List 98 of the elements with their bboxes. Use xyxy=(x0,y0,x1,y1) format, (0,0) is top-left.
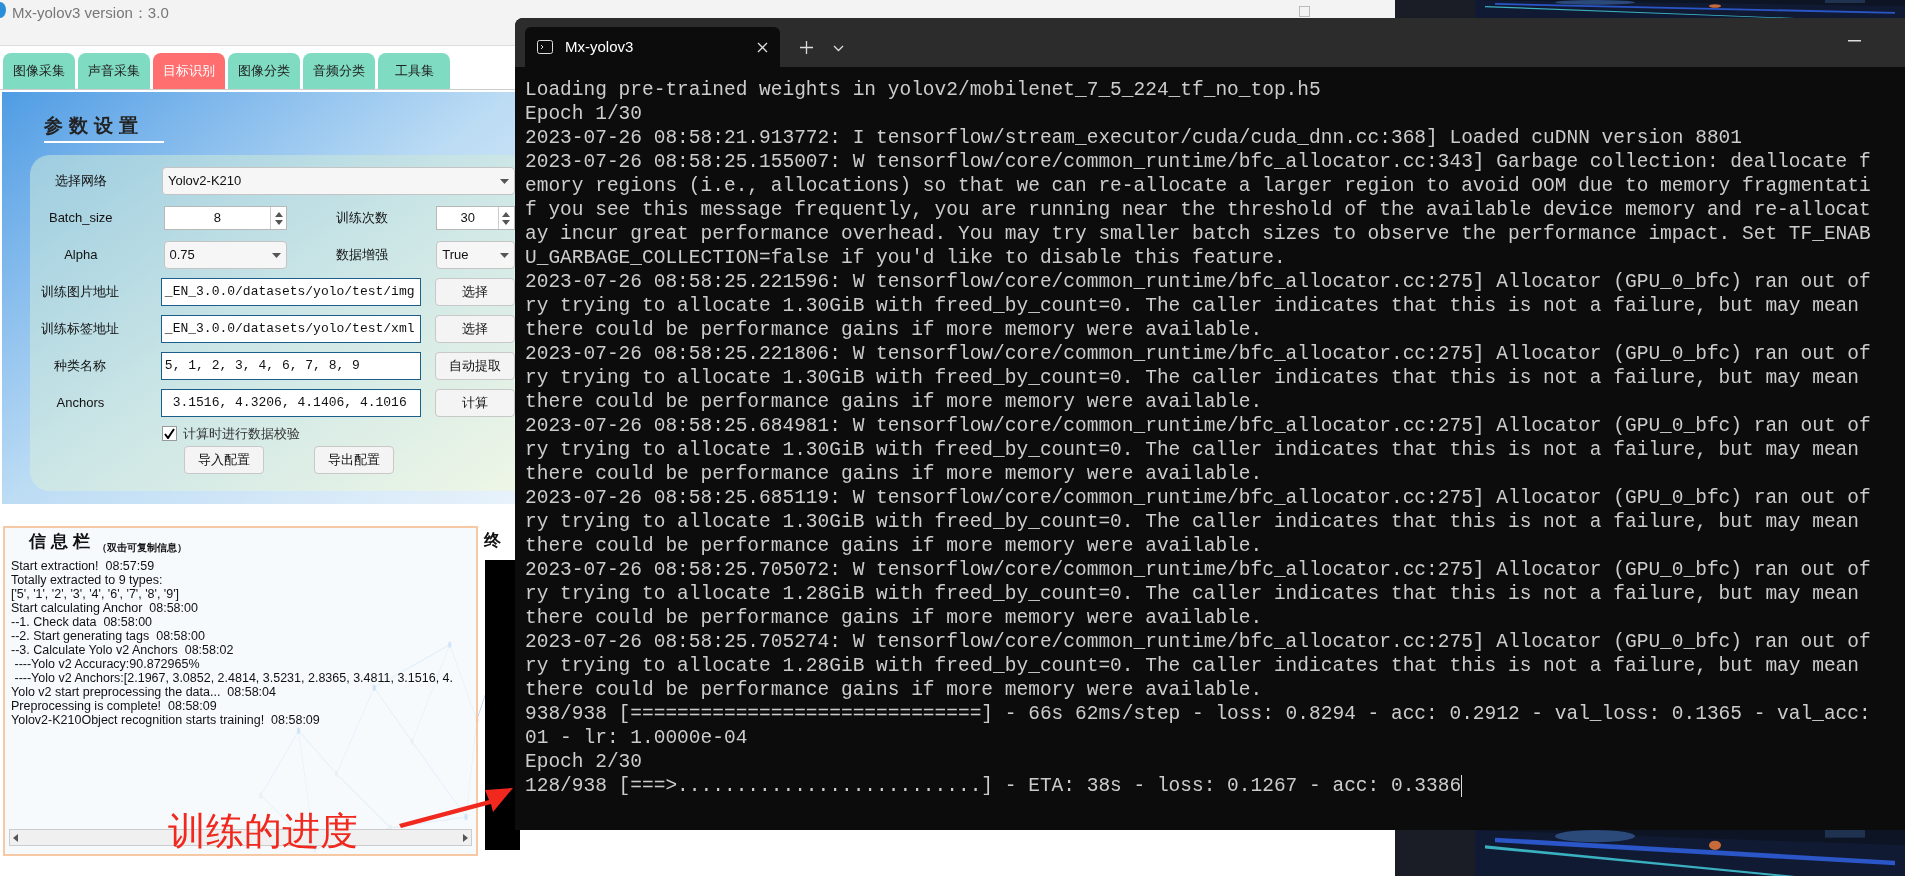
dropdown[interactable]: 0.75 xyxy=(163,241,287,269)
left-arrow-icon[interactable] xyxy=(13,833,18,842)
tab[interactable]: 图像采集 xyxy=(3,53,75,89)
down-arrow-icon[interactable] xyxy=(502,219,511,225)
chevron-down-icon[interactable] xyxy=(833,45,844,52)
terminal-line: ay incur great performance overhead. You may try smaller batch sizes to observe the performance impact. Set TF_ENAB xyxy=(525,222,1871,246)
caret-icon xyxy=(500,252,509,258)
terminal-line: 128/938 [===>..........................] - ETA: 38s - loss: 0.1267 - acc: 0.3386 xyxy=(525,774,1462,798)
field-label: Anchors xyxy=(55,394,106,413)
log-line: Preprocessing is complete! 08:58:09 xyxy=(11,698,217,713)
terminal-line: there could be performance gains if more memory were available. xyxy=(525,318,1263,342)
field-label: 选择网络 xyxy=(54,172,108,191)
terminal-line: Epoch 1/30 xyxy=(525,102,643,126)
minimize-icon[interactable] xyxy=(1848,40,1861,42)
terminal-line: 2023-07-26 08:58:25.221806: W tensorflow/core/common_runtime/bfc_allocator.cc:275] Allocator (GPU_0_bfc) ran out of xyxy=(525,342,1871,366)
tab[interactable]: 声音采集 xyxy=(78,53,150,89)
terminal-line: there could be performance gains if more memory were available. xyxy=(525,390,1263,414)
terminal-line: ry trying to allocate 1.30GiB with freed_by_count=0. The caller indicates that this is not a failure, but may mean xyxy=(525,366,1860,390)
panel-title: 终 xyxy=(484,530,501,552)
action-button[interactable]: 选择 xyxy=(435,315,515,343)
right-arrow-icon[interactable] xyxy=(463,833,468,842)
action-button[interactable]: 导入配置 xyxy=(184,446,264,474)
terminal-line: Epoch 2/30 xyxy=(525,750,643,774)
terminal-line: there could be performance gains if more memory were available. xyxy=(525,534,1263,558)
tab[interactable]: 工具集 xyxy=(378,53,450,89)
log-line: ['5', '1', '2', '3', '4', '6', '7', '8', '9'] xyxy=(11,586,180,601)
input-field[interactable]: 5, 1, 2, 3, 4, 6, 7, 8, 9 xyxy=(160,352,421,380)
number-spinner[interactable]: 8 xyxy=(163,206,287,230)
log-line: Totally extracted to 9 types: xyxy=(11,572,163,587)
terminal-line: 2023-07-26 08:58:25.155007: W tensorflow/core/common_runtime/bfc_allocator.cc:343] Garbage collection: deallocate f xyxy=(525,150,1871,174)
action-button[interactable]: 导出配置 xyxy=(314,446,394,474)
field-label: Alpha xyxy=(63,246,99,265)
terminal-line: ry trying to allocate 1.28GiB with freed_by_count=0. The caller indicates that this is not a failure, but may mean xyxy=(525,654,1860,678)
log-line: Start extraction! 08:57:59 xyxy=(11,558,155,573)
terminal-line: there could be performance gains if more memory were available. xyxy=(525,462,1263,486)
terminal-line: 01 - lr: 1.0000e-04 xyxy=(525,726,748,750)
terminal-line: f you see this message frequently, you are running near the threshold of the available device memory and re-allocat xyxy=(525,198,1871,222)
log-line: Start calculating Anchor 08:58:00 xyxy=(11,600,198,615)
log-line: --3. Calculate Yolo v2 Anchors 08:58:02 xyxy=(11,642,234,657)
checkbox-label: 计算时进行数据校验 xyxy=(183,424,300,443)
terminal-line: U_GARBAGE_COLLECTION=false if you'd like to disable this feature. xyxy=(525,246,1286,270)
tab[interactable]: 图像分类 xyxy=(228,53,300,89)
terminal-line: 938/938 [==============================] - 66s 62ms/step - loss: 0.8294 - acc: 0.2912 - val_loss: 0.1365 - val_acc: xyxy=(525,702,1871,726)
app-icon xyxy=(0,2,6,18)
close-icon[interactable] xyxy=(757,41,768,53)
action-button[interactable]: 选择 xyxy=(435,278,515,306)
field-label: 种类名称 xyxy=(53,357,108,376)
log-line: ----Yolo v2 Anchors:[2.1967, 3.0852, 2.4814, 3.5231, 2.8365, 3.4811, 3.1516, 4. xyxy=(13,670,453,685)
terminal-line: ry trying to allocate 1.30GiB with freed_by_count=0. The caller indicates that this is not a failure, but may mean xyxy=(525,294,1860,318)
terminal-line: 2023-07-26 08:58:25.705274: W tensorflow/core/common_runtime/bfc_allocator.cc:275] Allocator (GPU_0_bfc) ran out of xyxy=(525,630,1871,654)
log-line: Yolov2-K210Object recognition starts training! 08:58:09 xyxy=(11,712,320,727)
terminal-tab[interactable]: Mx-yolov3 xyxy=(525,27,780,67)
terminal-line: 2023-07-26 08:58:21.913772: I tensorflow/stream_executor/cuda/cuda_dnn.cc:368] Loaded cuDNN version 8801 xyxy=(525,126,1742,150)
log-line: --2. Start generating tags 08:58:00 xyxy=(11,628,205,643)
log-line: ----Yolo v2 Accuracy:90.872965% xyxy=(13,656,200,671)
terminal-line: ry trying to allocate 1.30GiB with freed_by_count=0. The caller indicates that this is not a failure, but may mean xyxy=(525,510,1860,534)
action-button[interactable]: 自动提取 xyxy=(435,352,515,380)
input-field[interactable]: 3.1516, 4.3206, 4.1406, 4.1016 xyxy=(160,389,421,417)
terminal-line: Loading pre-trained weights in yolov2/mobilenet_7_5_224_tf_no_top.h5 xyxy=(525,78,1321,102)
text-cursor xyxy=(1461,775,1463,797)
terminal-line: there could be performance gains if more memory were available. xyxy=(525,606,1263,630)
terminal-line: 2023-07-26 08:58:25.221596: W tensorflow/core/common_runtime/bfc_allocator.cc:275] Allocator (GPU_0_bfc) ran out of xyxy=(525,270,1871,294)
terminal-line: ry trying to allocate 1.28GiB with freed_by_count=0. The caller indicates that this is not a failure, but may mean xyxy=(525,582,1860,606)
tab-title: Mx-yolov3 xyxy=(565,36,635,57)
up-arrow-icon[interactable] xyxy=(274,211,283,217)
caret-icon xyxy=(272,252,281,258)
field-label: 训练标签地址 xyxy=(40,320,121,339)
dropdown[interactable]: Yolov2-K210 xyxy=(162,167,515,195)
window-title: Mx-yolov3 version：3.0 xyxy=(12,3,169,23)
annotation-text: 训练的进度 xyxy=(168,809,358,854)
action-button[interactable]: 计算 xyxy=(435,389,515,417)
field-label: 数据增强 xyxy=(334,246,389,265)
input-field[interactable]: _EN_3.0.0/datasets/yolo/test/img xyxy=(160,278,421,306)
panel-hint: （双击可复制信息） xyxy=(97,540,187,555)
log-line: Yolo v2 start preprocessing the data... 08:58:04 xyxy=(11,684,276,699)
checkmark-icon xyxy=(164,427,175,439)
terminal-line: 2023-07-26 08:58:25.705072: W tensorflow/core/common_runtime/bfc_allocator.cc:275] Allocator (GPU_0_bfc) ran out of xyxy=(525,558,1871,582)
section-title: 参数设置 xyxy=(44,112,164,143)
up-arrow-icon[interactable] xyxy=(502,211,511,217)
caret-icon xyxy=(500,178,509,184)
terminal-icon xyxy=(537,40,553,54)
dropdown[interactable]: True xyxy=(436,241,515,269)
terminal-line: emory regions (i.e., allocations) so that we can re-allocate a larger region to avoid OOM due to memory fragmentati xyxy=(525,174,1871,198)
plus-icon[interactable] xyxy=(800,41,813,54)
field-label: Batch_size xyxy=(47,209,114,228)
field-label: 训练次数 xyxy=(334,209,389,228)
terminal-line: 2023-07-26 08:58:25.685119: W tensorflow/core/common_runtime/bfc_allocator.cc:275] Allocator (GPU_0_bfc) ran out of xyxy=(525,486,1871,510)
field-label: 训练图片地址 xyxy=(40,283,121,302)
checkbox[interactable] xyxy=(162,425,177,441)
input-field[interactable]: _EN_3.0.0/datasets/yolo/test/xml xyxy=(160,315,421,343)
terminal-line: there could be performance gains if more memory were available. xyxy=(525,678,1263,702)
down-arrow-icon[interactable] xyxy=(274,219,283,225)
tab[interactable]: 音频分类 xyxy=(303,53,375,89)
terminal-line: ry trying to allocate 1.30GiB with freed_by_count=0. The caller indicates that this is not a failure, but may mean xyxy=(525,438,1860,462)
panel-title: 信息栏 xyxy=(29,531,95,553)
number-spinner[interactable]: 30 xyxy=(436,206,515,230)
terminal-line: 2023-07-26 08:58:25.684981: W tensorflow/core/common_runtime/bfc_allocator.cc:275] Allocator (GPU_0_bfc) ran out of xyxy=(525,414,1871,438)
log-line: --1. Check data 08:58:00 xyxy=(11,614,153,629)
